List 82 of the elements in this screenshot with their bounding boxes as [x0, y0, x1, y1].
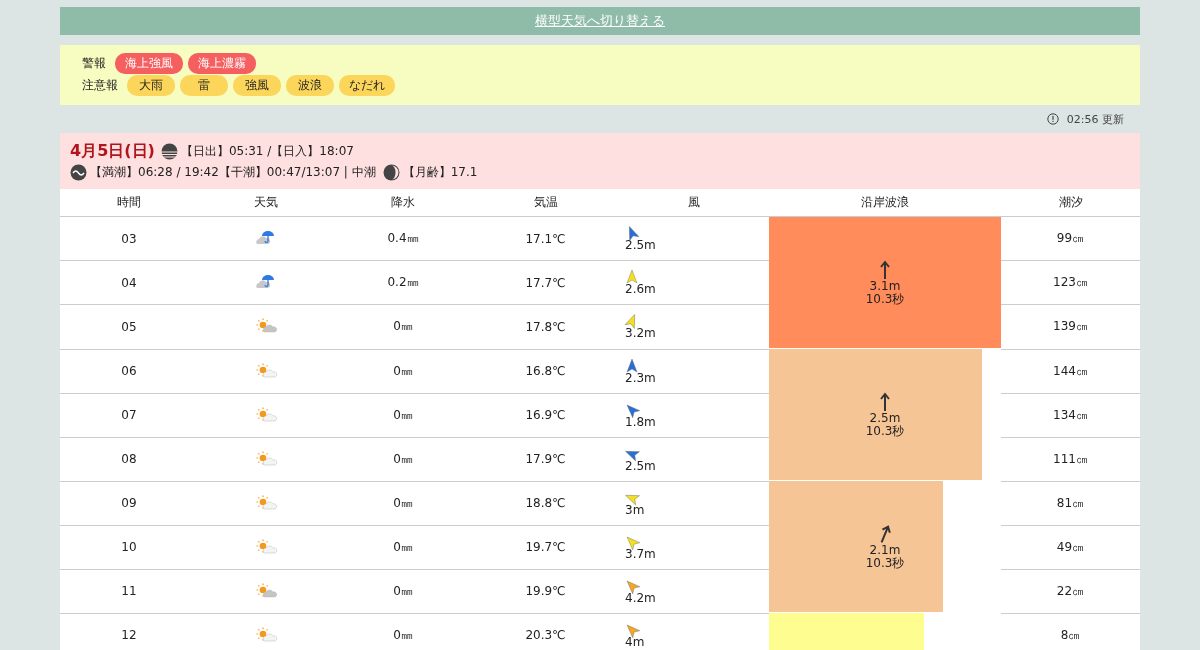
- temperature-cell: 19.7℃: [473, 525, 618, 569]
- sun-times: 【日出】05:31 /【日入】18:07: [180, 143, 354, 160]
- info-icon: [1046, 113, 1059, 125]
- alert-tag: 雷: [180, 75, 228, 96]
- column-header: 天気: [198, 189, 333, 217]
- precipitation-cell: 0.2㎜: [333, 260, 473, 305]
- sunset-icon: [160, 143, 178, 160]
- hour-cell: 09: [60, 481, 198, 525]
- tide-cell: 99㎝: [1001, 216, 1140, 261]
- precipitation-cell: 0㎜: [333, 613, 473, 650]
- hour-cell: 07: [60, 393, 198, 437]
- alert-tag: 波浪: [286, 75, 334, 96]
- temperature-cell: 17.9℃: [473, 437, 618, 481]
- tide-cell: 49㎝: [1001, 525, 1140, 569]
- alert-tag: なだれ: [339, 75, 395, 96]
- tide-cell: 134㎝: [1001, 393, 1140, 437]
- tide-icon: [70, 164, 87, 181]
- temperature-cell: 20.3℃: [473, 613, 618, 650]
- hour-cell: 03: [60, 216, 198, 261]
- column-header: 潮汐: [1001, 189, 1140, 217]
- temperature-cell: 16.9℃: [473, 393, 618, 437]
- temperature-cell: 17.8℃: [473, 304, 618, 349]
- moon-age: 【月齢】17.1: [402, 164, 478, 181]
- precipitation-cell: 0.4㎜: [333, 216, 473, 261]
- wind-speed: 3.7m: [625, 546, 656, 561]
- alert-tag: 大雨: [127, 75, 175, 96]
- wind-speed: 2.3m: [625, 370, 656, 385]
- column-header: 風: [618, 189, 769, 217]
- wind-speed: 4.2m: [625, 590, 656, 605]
- hour-cell: 06: [60, 349, 198, 393]
- hour-cell: 10: [60, 525, 198, 569]
- alert-tag: 強風: [233, 75, 281, 96]
- hour-cell: 08: [60, 437, 198, 481]
- precipitation-cell: 0㎜: [333, 304, 473, 349]
- tide-cell: 111㎝: [1001, 437, 1140, 481]
- hour-cell: 04: [60, 260, 198, 305]
- hour-cell: 05: [60, 304, 198, 349]
- alert-tag: 海上濃霧: [188, 53, 256, 74]
- tide-cell: 139㎝: [1001, 304, 1140, 349]
- temperature-cell: 17.1℃: [473, 216, 618, 261]
- precipitation-cell: 0㎜: [333, 525, 473, 569]
- precipitation-cell: 0㎜: [333, 349, 473, 393]
- precipitation-cell: 0㎜: [333, 569, 473, 613]
- wind-speed: 2.5m: [625, 458, 656, 473]
- column-header: 時間: [60, 189, 198, 217]
- wave-period: 10.3秒: [865, 293, 905, 306]
- temperature-cell: 19.9℃: [473, 569, 618, 613]
- wind-speed: 3.2m: [625, 326, 656, 341]
- alert-tag: 海上強風: [115, 53, 183, 74]
- wave-period: 10.3秒: [865, 425, 905, 438]
- tide-cell: 22㎝: [1001, 569, 1140, 613]
- wind-speed: 1.8m: [625, 414, 656, 429]
- date-title: 4月5日(日): [70, 141, 155, 162]
- wave-period: 10.3秒: [865, 557, 905, 570]
- wind-speed: 4m: [625, 634, 645, 649]
- hour-cell: 11: [60, 569, 198, 613]
- tide-cell: 144㎝: [1001, 349, 1140, 393]
- tide-cell: 123㎝: [1001, 260, 1140, 305]
- column-header: 沿岸波浪: [769, 189, 1001, 217]
- tide-cell: 8㎝: [1001, 613, 1140, 650]
- precipitation-cell: 0㎜: [333, 481, 473, 525]
- wave-height: 3.1m: [869, 280, 901, 293]
- wave-height: 2.1m: [869, 544, 901, 557]
- alert-label: 警報: [82, 55, 106, 72]
- column-header: 降水: [333, 189, 473, 217]
- temperature-cell: 17.7℃: [473, 260, 618, 305]
- precipitation-cell: 0㎜: [333, 393, 473, 437]
- column-header: 気温: [473, 189, 618, 217]
- update-time: 02:56 更新: [1066, 111, 1124, 127]
- moon-icon: [382, 164, 400, 181]
- temperature-cell: 18.8℃: [473, 481, 618, 525]
- tide-cell: 81㎝: [1001, 481, 1140, 525]
- alert-label: 注意報: [82, 77, 118, 94]
- wind-speed: 2.6m: [625, 282, 656, 297]
- precipitation-cell: 0㎜: [333, 437, 473, 481]
- tide-times: 【満潮】06:28 / 19:42【干潮】00:47/13:07 | 中潮: [90, 164, 376, 181]
- switch-view-link[interactable]: 横型天気へ切り替える: [535, 12, 665, 30]
- temperature-cell: 16.8℃: [473, 349, 618, 393]
- wind-speed: 2.5m: [625, 238, 656, 253]
- wave-height: 2.5m: [869, 412, 901, 425]
- wind-speed: 3m: [625, 502, 645, 517]
- hour-cell: 12: [60, 613, 198, 650]
